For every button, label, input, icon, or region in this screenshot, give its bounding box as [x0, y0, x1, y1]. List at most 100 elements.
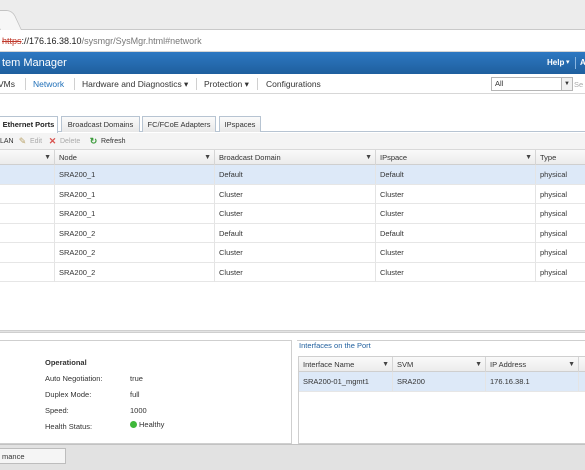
interfaces-grid-header: Interface Name ▼ SVM ▼ IP Address ▼	[299, 357, 585, 372]
menu-divider	[25, 78, 26, 90]
chevron-down-icon[interactable]: ▾	[566, 58, 570, 66]
header-label: Node	[59, 153, 77, 162]
network-subtabs: Ethernet Ports Broadcast Domains FC/FCoE…	[0, 114, 585, 133]
header-user-menu[interactable]: A	[580, 58, 585, 67]
panel-splitter[interactable]	[0, 330, 585, 333]
health-status-text: Healthy	[139, 420, 165, 429]
tab-performance[interactable]: mance	[0, 448, 66, 464]
menu-item-configurations[interactable]: Configurations	[266, 74, 321, 94]
table-cell: physical	[540, 267, 568, 277]
table-cell: SRA200_1	[55, 204, 215, 223]
menu-item-hardware-diagnostics[interactable]: Hardware and Diagnostics ▾	[82, 74, 188, 94]
table-cell: physical	[540, 209, 568, 218]
details-heading: Operational	[45, 358, 87, 367]
table-cell: Cluster	[376, 243, 536, 262]
filter-icon[interactable]: ▼	[204, 150, 211, 165]
table-cell: physical	[540, 228, 568, 238]
url-protocol: https	[2, 36, 22, 46]
bottom-bar: mance	[0, 444, 585, 470]
create-vlan-button[interactable]: LAN	[0, 133, 14, 150]
address-bar[interactable]: https://176.16.38.10/sysmgr/SysMgr.html#…	[0, 30, 585, 52]
tab-ipspaces[interactable]: IPspaces	[219, 116, 261, 132]
speed-label: Speed:	[45, 406, 69, 415]
table-cell: Default	[215, 165, 376, 184]
header-label: SVM	[397, 360, 414, 369]
header-cell-broadcast-domain[interactable]: Broadcast Domain ▼	[215, 150, 376, 165]
table-cell: Cluster	[215, 184, 376, 204]
help-menu[interactable]: Help	[547, 58, 564, 67]
header-cell-ipspace[interactable]: IPspace ▼	[376, 150, 536, 165]
chevron-down-icon[interactable]: ▼	[561, 78, 572, 90]
header-label: IP Address	[490, 360, 527, 369]
header-label: Type	[540, 153, 557, 162]
table-cell	[0, 223, 55, 243]
refresh-icon: ↻	[89, 136, 98, 146]
header-cell-type[interactable]: Type	[536, 150, 585, 165]
table-cell	[0, 184, 55, 204]
edit-icon: ✎	[18, 136, 27, 146]
filter-icon[interactable]: ▼	[44, 150, 51, 165]
search-scope-select[interactable]: All ▼	[491, 77, 573, 91]
table-cell: physical	[540, 189, 568, 199]
filter-icon[interactable]: ▼	[365, 150, 372, 165]
speed-value: 1000	[130, 406, 147, 415]
header-label: Interface Name	[303, 360, 355, 369]
table-cell: Cluster	[215, 243, 376, 262]
filter-icon[interactable]: ▼	[382, 357, 389, 372]
interfaces-panel-title: Interfaces on the Port	[299, 341, 371, 350]
tab-fc-fcoe-adapters[interactable]: FC/FCoE Adapters	[142, 116, 216, 132]
header-cell-node[interactable]: Node ▼	[55, 150, 215, 165]
table-cell: SRA200_1	[55, 165, 215, 184]
header-cell-ip-address[interactable]: IP Address ▼	[486, 357, 579, 372]
header-cell-interface-name[interactable]: Interface Name ▼	[299, 357, 393, 372]
interfaces-grid: Interface Name ▼ SVM ▼ IP Address ▼ SRA200-…	[298, 356, 585, 444]
table-cell: Cluster	[376, 262, 536, 282]
table-cell: SRA200_2	[55, 262, 215, 282]
table-cell	[0, 204, 55, 223]
header-divider	[575, 57, 576, 69]
url-host: ://176.16.38.10	[21, 36, 82, 46]
table-row[interactable]: SRA200-01_mgmt1 SRA200 176.16.38.1	[299, 372, 585, 392]
browser-tab-strip	[0, 0, 585, 30]
table-cell	[0, 165, 55, 184]
delete-icon: ✕	[48, 136, 57, 146]
table-cell: Cluster	[376, 204, 536, 223]
menu-item-svms[interactable]: VMs	[0, 74, 15, 94]
table-cell: SRA200	[393, 372, 486, 391]
table-cell: Cluster	[215, 204, 376, 223]
table-row[interactable]: SRA200_2 Cluster Cluster physical	[0, 243, 585, 263]
table-cell: physical	[540, 248, 568, 257]
filter-icon[interactable]: ▼	[475, 357, 482, 372]
menu-item-protection[interactable]: Protection ▾	[204, 74, 249, 94]
header-cell-more[interactable]	[579, 357, 585, 372]
table-cell: SRA200_1	[55, 184, 215, 204]
menu-item-network[interactable]: Network	[33, 74, 64, 94]
tab-broadcast-domains[interactable]: Broadcast Domains	[61, 116, 140, 132]
auto-negotiation-value: true	[130, 374, 143, 383]
delete-button[interactable]: Delete	[60, 133, 80, 150]
search-scope-value: All	[495, 79, 504, 88]
healthy-status-icon	[130, 421, 137, 428]
edit-button[interactable]: Edit	[30, 133, 42, 150]
table-cell: Cluster	[215, 262, 376, 282]
health-status-value: Healthy	[130, 420, 164, 429]
table-row[interactable]: SRA200_2 Cluster Cluster physical	[0, 262, 585, 282]
grid-toolbar: LAN ✎ Edit ✕ Delete ↻ Refresh	[0, 133, 585, 150]
table-row[interactable]: SRA200_2 Default Default physical	[0, 223, 585, 243]
header-label: Broadcast Domain	[219, 153, 281, 162]
grid-header: ▼ Node ▼ Broadcast Domain ▼ IPspace ▼ Type	[0, 150, 585, 165]
table-row[interactable]: SRA200_1 Cluster Cluster physical	[0, 204, 585, 224]
url-text[interactable]: https://176.16.38.10/sysmgr/SysMgr.html#…	[2, 36, 202, 46]
url-path: /sysmgr/SysMgr.html#network	[81, 36, 202, 46]
refresh-button[interactable]: Refresh	[101, 133, 126, 150]
header-cell-svm[interactable]: SVM ▼	[393, 357, 486, 372]
filter-icon[interactable]: ▼	[525, 150, 532, 165]
tab-ethernet-ports[interactable]: Ethernet Ports	[0, 116, 58, 133]
browser-tab[interactable]	[0, 10, 22, 30]
search-input[interactable]: Se	[574, 80, 583, 89]
table-cell: Default	[215, 223, 376, 243]
table-cell: Default	[376, 223, 536, 243]
table-row[interactable]: SRA200_1 Default Default physical	[0, 165, 585, 185]
table-row[interactable]: SRA200_1 Cluster Cluster physical	[0, 184, 585, 204]
filter-icon[interactable]: ▼	[568, 357, 575, 372]
